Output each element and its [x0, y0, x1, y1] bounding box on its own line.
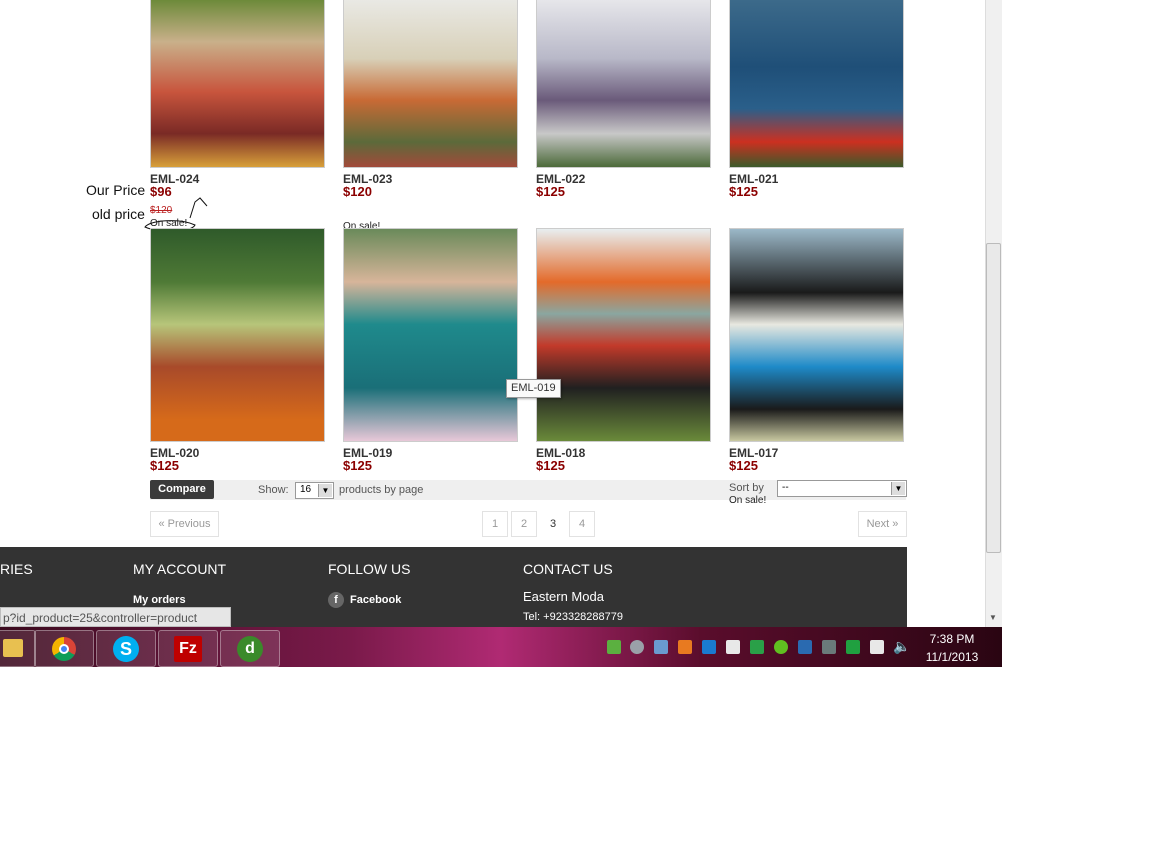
- tray-sync-icon[interactable]: [774, 640, 788, 654]
- pager-next-button[interactable]: Next »: [858, 511, 907, 537]
- tray-drive-icon[interactable]: [750, 640, 764, 654]
- footer-company-name: Eastern Moda: [523, 589, 604, 604]
- tray-audio-manager-icon[interactable]: [822, 640, 836, 654]
- pager-page-3-current: 3: [549, 518, 557, 530]
- product-price: $125: [536, 458, 565, 473]
- tray-network-icon[interactable]: [654, 640, 668, 654]
- filezilla-icon: Fz: [174, 636, 202, 662]
- per-page-suffix: products by page: [339, 484, 424, 496]
- scroll-down-arrow-icon[interactable]: ▼: [989, 613, 997, 622]
- taskbar-skype-button[interactable]: S: [96, 630, 156, 667]
- show-label: Show:: [258, 484, 289, 496]
- tray-action-center-flag-icon[interactable]: [870, 640, 884, 654]
- footer-categories-heading: RIES: [0, 561, 33, 577]
- tray-chat-icon[interactable]: [630, 640, 644, 654]
- tray-check-icon[interactable]: [846, 640, 860, 654]
- product-price: $125: [150, 458, 179, 473]
- product-image-eml-020[interactable]: [150, 228, 325, 442]
- pager-page-2[interactable]: 2: [511, 511, 537, 537]
- facebook-icon[interactable]: f: [328, 592, 344, 608]
- browser-status-url: p?id_product=25&controller=product: [0, 607, 231, 627]
- annotation-our-price: Our Price: [86, 182, 146, 198]
- per-page-value: 16: [300, 484, 312, 495]
- product-tooltip: EML-019: [506, 379, 561, 398]
- per-page-select[interactable]: 16 ▼: [295, 482, 334, 499]
- footer-contact-heading: CONTACT US: [523, 561, 613, 577]
- browser-viewport: EML-024 $96 $120 On sale! EML-023 $120 O…: [0, 0, 1002, 667]
- product-image-eml-023[interactable]: [343, 0, 518, 168]
- tray-java-icon[interactable]: [678, 640, 692, 654]
- product-image-eml-024[interactable]: [150, 0, 325, 168]
- tray-teamviewer-icon[interactable]: [702, 640, 716, 654]
- taskbar-dreamweaver-button[interactable]: d: [220, 630, 280, 667]
- sort-sub-label: On sale!: [729, 495, 767, 506]
- sort-value: --: [782, 482, 789, 493]
- chrome-center-icon: [59, 644, 69, 654]
- product-price: $125: [729, 184, 758, 199]
- tray-monitor-icon[interactable]: [798, 640, 812, 654]
- taskbar-filezilla-button[interactable]: Fz: [158, 630, 218, 667]
- footer-facebook-link[interactable]: Facebook: [350, 594, 401, 606]
- pager-page-4[interactable]: 4: [569, 511, 595, 537]
- taskbar-clock-date[interactable]: 11/1/2013: [922, 650, 982, 664]
- product-price: $125: [536, 184, 565, 199]
- footer-follow-heading: FOLLOW US: [328, 561, 411, 577]
- tray-volume-icon[interactable]: 🔈: [893, 638, 910, 655]
- product-image-eml-019[interactable]: [343, 228, 518, 442]
- taskbar-explorer-button[interactable]: [0, 630, 36, 667]
- product-image-eml-021[interactable]: [729, 0, 904, 168]
- sort-select[interactable]: -- ▼: [777, 480, 907, 497]
- sort-label: Sort by: [729, 482, 764, 494]
- tray-display-icon[interactable]: [726, 640, 740, 654]
- skype-icon: S: [113, 636, 139, 662]
- product-price: $125: [343, 458, 372, 473]
- product-price: $120: [343, 184, 372, 199]
- product-image-eml-022[interactable]: [536, 0, 711, 168]
- chevron-down-icon: ▼: [891, 482, 905, 495]
- footer-my-orders-link[interactable]: My orders: [133, 594, 186, 606]
- footer-telephone: Tel: +923328288779: [523, 611, 624, 623]
- folder-icon: [3, 639, 23, 657]
- tray-shield-icon[interactable]: [607, 640, 621, 654]
- app-swirl-icon: d: [237, 636, 263, 662]
- product-image-eml-017[interactable]: [729, 228, 904, 442]
- product-price: $125: [729, 458, 758, 473]
- annotation-old-price: old price: [92, 206, 145, 222]
- taskbar-chrome-button[interactable]: [34, 630, 94, 667]
- chevron-down-icon: ▼: [318, 484, 332, 497]
- pager-page-1[interactable]: 1: [482, 511, 508, 537]
- taskbar-clock-time[interactable]: 7:38 PM: [922, 632, 982, 646]
- pager-previous-button[interactable]: « Previous: [150, 511, 219, 537]
- scrollbar-thumb[interactable]: [986, 243, 1001, 553]
- footer-account-heading: MY ACCOUNT: [133, 561, 227, 577]
- product-image-eml-018[interactable]: [536, 228, 711, 442]
- compare-button[interactable]: Compare: [150, 480, 214, 499]
